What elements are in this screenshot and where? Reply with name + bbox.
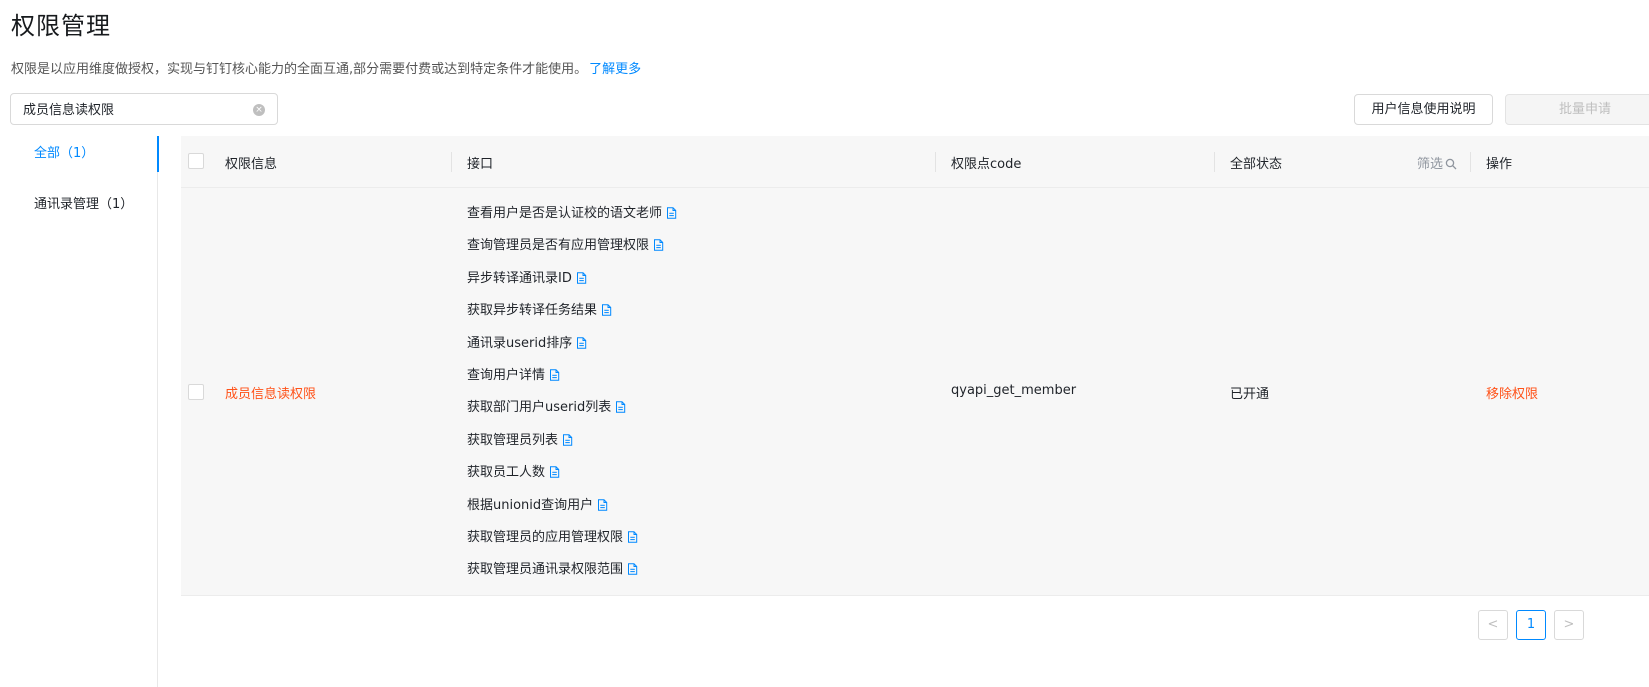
permission-code: qyapi_get_member xyxy=(951,383,1077,398)
api-list-item: 通讯录userid排序 xyxy=(467,335,677,367)
api-name: 获取管理员的应用管理权限 xyxy=(467,529,624,545)
table-header: 权限信息 接口 权限点code 全部状态 筛选 操作 xyxy=(181,136,1649,188)
api-name: 获取管理员列表 xyxy=(467,432,559,448)
header-separator xyxy=(451,152,452,172)
permission-name: 成员信息读权限 xyxy=(225,387,317,402)
api-name: 查询用户详情 xyxy=(467,367,546,383)
remove-permission-link[interactable]: 移除权限 xyxy=(1486,383,1538,402)
pagination-page-1[interactable]: 1 xyxy=(1516,610,1546,640)
user-info-guide-button[interactable]: 用户信息使用说明 xyxy=(1354,94,1493,125)
api-list-item: 获取员工人数 xyxy=(467,464,677,496)
status-value: 已开通 xyxy=(1230,387,1270,402)
doc-icon[interactable] xyxy=(549,466,560,478)
header-separator xyxy=(1470,152,1471,172)
status-filter[interactable]: 筛选 xyxy=(1417,153,1457,172)
doc-icon[interactable] xyxy=(562,434,573,446)
doc-icon[interactable] xyxy=(576,336,587,349)
api-name: 根据unionid查询用户 xyxy=(467,497,594,513)
select-all-checkbox[interactable] xyxy=(188,153,204,169)
api-list-item: 查询管理员是否有应用管理权限 xyxy=(467,237,677,269)
header-perm-info: 权限信息 xyxy=(225,157,278,172)
nav-item-contacts[interactable]: 通讯录管理（1） xyxy=(0,187,158,223)
api-name: 通讯录userid排序 xyxy=(467,335,573,351)
api-list-item: 查询用户详情 xyxy=(467,367,677,399)
table-row: 成员信息读权限 查看用户是否是认证校的语文老师 查询管理员是否有应用管理权限 异步转… xyxy=(181,188,1649,596)
api-list-item: 获取管理员列表 xyxy=(467,432,677,464)
doc-icon[interactable] xyxy=(627,563,638,575)
clear-icon[interactable]: × xyxy=(253,104,265,116)
api-list-item: 获取异步转译任务结果 xyxy=(467,302,677,334)
header-status: 全部状态 xyxy=(1230,157,1283,172)
header-code: 权限点code xyxy=(951,157,1022,172)
page-title: 权限管理 xyxy=(11,12,111,40)
api-name: 异步转译通讯录ID xyxy=(467,270,572,286)
pagination-next[interactable]: > xyxy=(1554,610,1584,640)
api-list-item: 获取管理员的应用管理权限 xyxy=(467,529,677,561)
doc-icon[interactable] xyxy=(653,239,664,252)
api-name: 查询管理员是否有应用管理权限 xyxy=(467,238,650,254)
batch-apply-button[interactable]: 批量申请 xyxy=(1505,94,1649,125)
left-nav: 全部（1） 通讯录管理（1） xyxy=(0,136,159,687)
api-name: 获取管理员通讯录权限范围 xyxy=(467,562,624,578)
header-action: 操作 xyxy=(1486,157,1513,172)
header-separator xyxy=(1214,152,1215,172)
header-interface: 接口 xyxy=(467,157,494,172)
page-description: 权限是以应用维度做授权，实现与钉钉核心能力的全面互通,部分需要付费或达到特定条件… xyxy=(11,58,641,77)
filter-label: 筛选 xyxy=(1417,157,1444,172)
api-list-item: 根据unionid查询用户 xyxy=(467,497,677,529)
pagination-prev[interactable]: < xyxy=(1478,610,1508,640)
api-name: 获取员工人数 xyxy=(467,465,546,481)
row-checkbox[interactable] xyxy=(188,384,204,400)
api-list-item: 获取部门用户userid列表 xyxy=(467,399,677,431)
learn-more-link[interactable]: 了解更多 xyxy=(589,62,641,77)
description-text: 权限是以应用维度做授权，实现与钉钉核心能力的全面互通,部分需要付费或达到特定条件… xyxy=(11,62,588,77)
doc-icon[interactable] xyxy=(576,272,587,284)
doc-icon[interactable] xyxy=(666,207,677,219)
doc-icon[interactable] xyxy=(601,304,612,316)
api-list-item: 获取管理员通讯录权限范围 xyxy=(467,561,677,593)
search-box: × xyxy=(10,93,278,125)
header-separator xyxy=(935,152,936,172)
doc-icon[interactable] xyxy=(627,531,638,543)
search-input[interactable] xyxy=(23,101,243,116)
api-name: 查看用户是否是认证校的语文老师 xyxy=(467,206,663,221)
api-list-item: 查看用户是否是认证校的语文老师 xyxy=(467,205,677,237)
api-name: 获取部门用户userid列表 xyxy=(467,400,612,416)
nav-item-all[interactable]: 全部（1） xyxy=(0,136,159,172)
doc-icon[interactable] xyxy=(615,401,626,414)
doc-icon[interactable] xyxy=(597,498,608,511)
search-icon xyxy=(1445,158,1457,170)
api-list-item: 异步转译通讯录ID xyxy=(467,270,677,302)
api-name: 获取异步转译任务结果 xyxy=(467,303,598,319)
doc-icon[interactable] xyxy=(549,369,560,381)
api-list: 查看用户是否是认证校的语文老师 查询管理员是否有应用管理权限 异步转译通讯录ID 获取… xyxy=(467,205,677,594)
